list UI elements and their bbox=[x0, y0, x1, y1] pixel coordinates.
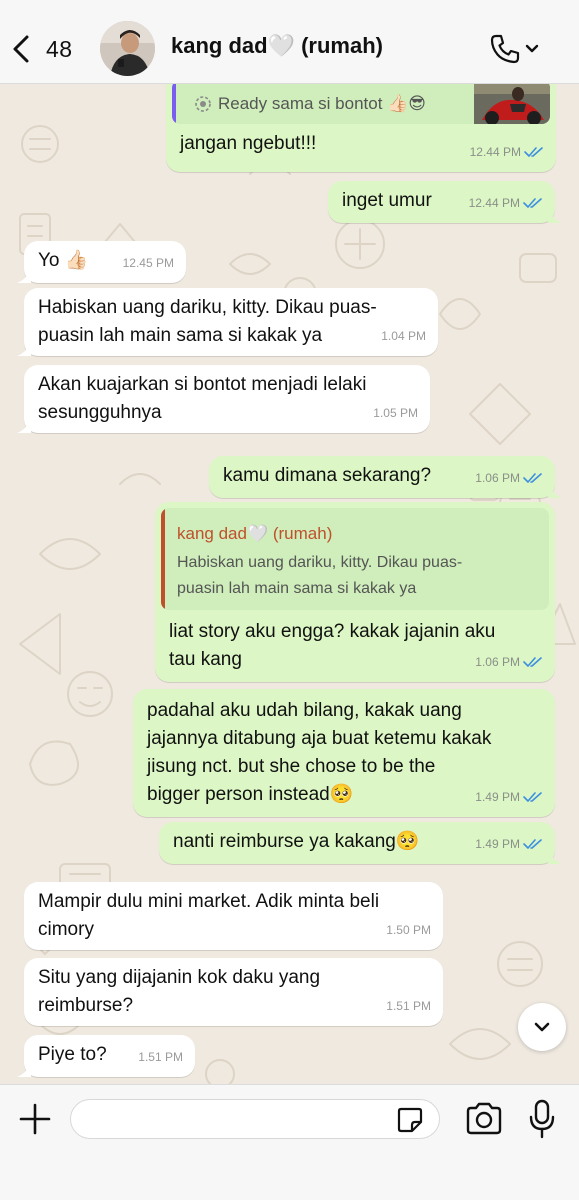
chevron-down-icon bbox=[534, 1022, 550, 1032]
read-receipt-icon bbox=[523, 839, 542, 849]
read-receipt-icon bbox=[523, 473, 542, 483]
message-bubble-incoming[interactable]: Yo 👍🏻 12.45 PM bbox=[17, 241, 186, 283]
message-time: 1.06 PM bbox=[475, 655, 520, 669]
message-composer bbox=[0, 1084, 579, 1200]
message-meta: 1.51 PM bbox=[386, 992, 431, 1020]
message-meta: 1.06 PM bbox=[475, 464, 543, 492]
bubble-tail bbox=[548, 209, 562, 223]
quoted-message[interactable]: Ready sama si bontot 👍🏻😎 bbox=[172, 84, 550, 124]
quoted-text: Ready sama si bontot 👍🏻😎 bbox=[218, 94, 427, 113]
message-text: Habiskan uang dariku, kitty. Dikau puas-… bbox=[38, 297, 377, 346]
message-time: 1.49 PM bbox=[475, 790, 520, 804]
chat-header: 48 kang dad🤍 (rumah) bbox=[0, 0, 579, 84]
scroll-to-bottom-button[interactable] bbox=[518, 1003, 566, 1051]
message-bubble-outgoing[interactable]: nanti reimburse ya kakang🥺 1.49 PM bbox=[159, 822, 562, 864]
message-time: 1.06 PM bbox=[475, 471, 520, 485]
bubble-tail bbox=[17, 419, 31, 433]
phone-icon bbox=[490, 34, 520, 64]
message-bubble-outgoing[interactable]: kang dad🤍 (rumah) Habiskan uang dariku, … bbox=[155, 502, 555, 682]
unread-count: 48 bbox=[46, 35, 73, 62]
camera-icon[interactable] bbox=[464, 1101, 504, 1137]
message-text: jangan ngebut!!! bbox=[180, 133, 317, 154]
message-time: 1.51 PM bbox=[138, 1050, 183, 1064]
message-text: Mampir dulu mini market. Adik minta beli… bbox=[38, 891, 380, 940]
message-meta: 1.06 PM bbox=[475, 648, 543, 676]
quoted-message[interactable]: kang dad🤍 (rumah) Habiskan uang dariku, … bbox=[161, 508, 549, 610]
avatar[interactable] bbox=[100, 21, 155, 76]
message-time: 12.45 PM bbox=[122, 256, 174, 270]
message-bubble-incoming[interactable]: Akan kuajarkan si bontot menjadi lelaki … bbox=[17, 365, 430, 433]
message-text: liat story aku engga? kakak jajanin aku … bbox=[169, 621, 496, 670]
read-receipt-icon bbox=[523, 657, 542, 667]
read-receipt-icon bbox=[523, 198, 542, 208]
chat-area[interactable]: Ready sama si bontot 👍🏻😎 jangan ngebut!!… bbox=[0, 84, 579, 1084]
microphone-icon[interactable] bbox=[528, 1099, 556, 1139]
bubble-tail bbox=[548, 850, 562, 864]
chevron-down-icon bbox=[525, 44, 539, 53]
message-input[interactable] bbox=[70, 1099, 440, 1139]
quoted-text: Habiskan uang dariku, kitty. Dikau puas-… bbox=[177, 554, 463, 597]
message-bubble-incoming[interactable]: Situ yang dijajanin kok daku yang reimbu… bbox=[24, 958, 443, 1026]
message-bubble-outgoing[interactable]: kamu dimana sekarang? 1.06 PM bbox=[209, 456, 562, 498]
read-receipt-icon bbox=[524, 147, 543, 157]
message-text: Situ yang dijajanin kok daku yang reimbu… bbox=[38, 967, 321, 1016]
quoted-photo-thumbnail bbox=[474, 84, 550, 124]
message-time: 1.51 PM bbox=[386, 999, 431, 1013]
message-meta: 1.49 PM bbox=[475, 783, 543, 811]
message-bubble-outgoing[interactable]: padahal aku udah bilang, kakak uang jaja… bbox=[133, 689, 555, 817]
bubble-tail bbox=[548, 484, 562, 498]
message-bubble-incoming[interactable]: Piye to? 1.51 PM bbox=[17, 1035, 195, 1077]
message-time: 12.44 PM bbox=[469, 145, 521, 159]
message-text: Akan kuajarkan si bontot menjadi lelaki … bbox=[38, 374, 367, 423]
message-bubble-outgoing[interactable]: Ready sama si bontot 👍🏻😎 jangan ngebut!!… bbox=[166, 84, 556, 172]
contact-name[interactable]: kang dad🤍 (rumah) bbox=[171, 33, 383, 59]
message-meta: 12.44 PM bbox=[470, 138, 544, 166]
back-button[interactable]: 48 bbox=[10, 30, 80, 68]
message-meta: 12.45 PM bbox=[123, 249, 174, 277]
message-time: 1.05 PM bbox=[373, 406, 418, 420]
bubble-tail bbox=[17, 342, 31, 356]
message-meta: 1.50 PM bbox=[386, 916, 431, 944]
message-bubble-incoming[interactable]: Habiskan uang dariku, kitty. Dikau puas-… bbox=[17, 288, 438, 356]
plus-icon[interactable] bbox=[18, 1102, 52, 1136]
message-bubble-incoming[interactable]: Mampir dulu mini market. Adik minta beli… bbox=[24, 882, 443, 950]
call-button[interactable] bbox=[488, 30, 550, 68]
quoted-author: kang dad🤍 (rumah) bbox=[177, 524, 333, 543]
message-meta: 1.49 PM bbox=[475, 830, 543, 858]
sticker-icon[interactable] bbox=[396, 1106, 424, 1134]
message-time: 1.04 PM bbox=[381, 329, 426, 343]
message-bubble-outgoing[interactable]: inget umur 12.44 PM bbox=[328, 181, 562, 223]
message-meta: 1.05 PM bbox=[373, 399, 418, 427]
bubble-tail bbox=[17, 269, 31, 283]
message-time: 1.50 PM bbox=[386, 923, 431, 937]
read-receipt-icon bbox=[523, 792, 542, 802]
chevron-left-icon bbox=[13, 35, 29, 63]
message-time: 1.49 PM bbox=[475, 837, 520, 851]
message-meta: 1.51 PM bbox=[138, 1043, 183, 1071]
status-icon bbox=[195, 96, 211, 112]
message-meta: 1.04 PM bbox=[381, 322, 426, 350]
message-time: 12.44 PM bbox=[468, 196, 520, 210]
bubble-tail bbox=[17, 1063, 31, 1077]
message-meta: 12.44 PM bbox=[469, 189, 543, 217]
